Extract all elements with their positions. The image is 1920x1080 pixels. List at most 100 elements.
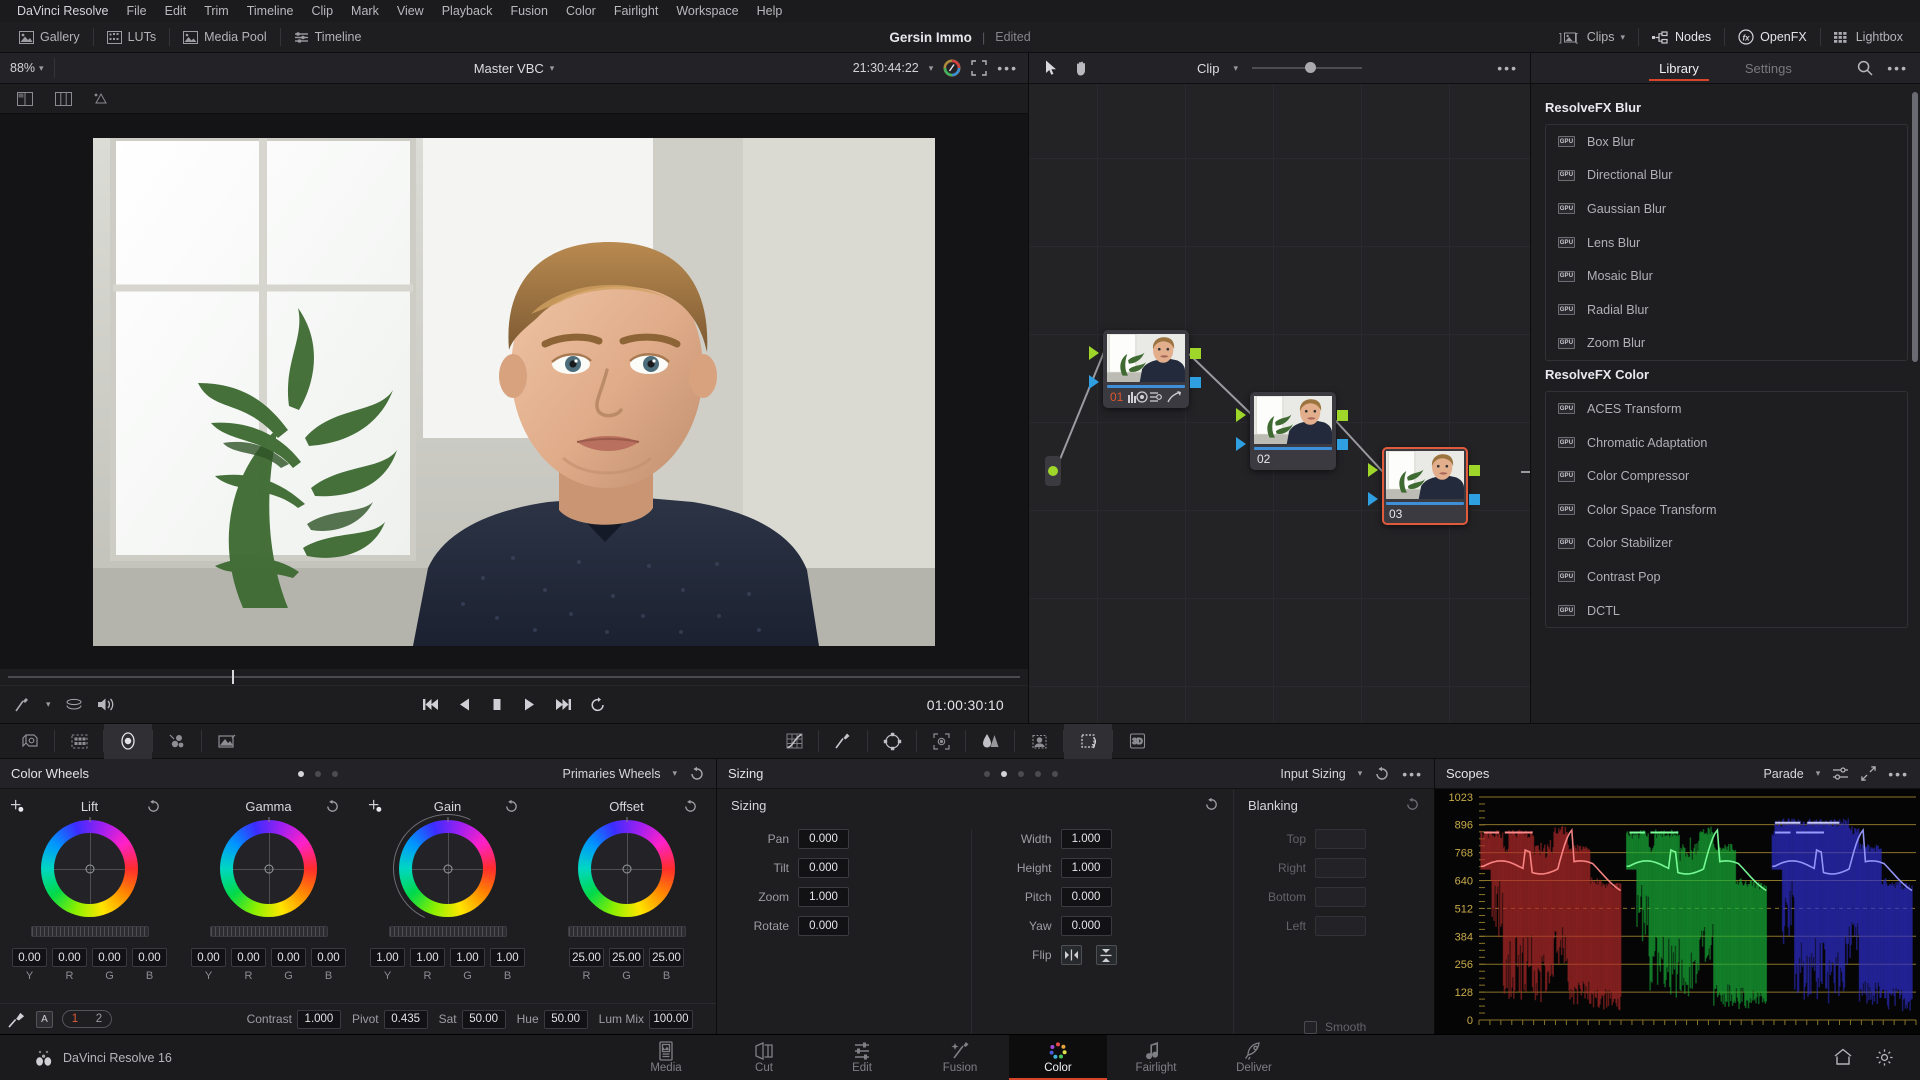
menu-item-playback[interactable]: Playback bbox=[433, 0, 502, 22]
audio-icon[interactable] bbox=[97, 697, 116, 712]
color-wheel-slider[interactable] bbox=[31, 926, 149, 937]
reset-icon[interactable] bbox=[1204, 797, 1219, 812]
color-wheel-slider[interactable] bbox=[389, 926, 507, 937]
key-icon[interactable] bbox=[202, 724, 250, 759]
page-tab-edit[interactable]: Edit bbox=[813, 1035, 911, 1080]
qualifier-icon[interactable] bbox=[55, 724, 103, 759]
keyframe-icon[interactable] bbox=[14, 697, 32, 713]
value-field[interactable]: 1.00 bbox=[370, 948, 405, 967]
node-rgb-input-port[interactable] bbox=[1236, 408, 1246, 422]
openfx-button[interactable]: fx OpenFX bbox=[1725, 22, 1820, 53]
chevron-down-icon[interactable]: ▾ bbox=[1233, 63, 1238, 74]
menu-item-help[interactable]: Help bbox=[748, 0, 792, 22]
menu-item-fairlight[interactable]: Fairlight bbox=[605, 0, 667, 22]
node-02[interactable]: 02 bbox=[1250, 392, 1336, 470]
eyedropper-icon[interactable] bbox=[368, 798, 385, 815]
menu-item-file[interactable]: File bbox=[117, 0, 155, 22]
color-warper-icon[interactable] bbox=[819, 724, 867, 759]
viewer-zoom-group[interactable]: 88% ▾ bbox=[0, 61, 44, 75]
page-tab-media[interactable]: Media bbox=[617, 1035, 715, 1080]
color-wheel-dial[interactable] bbox=[578, 820, 675, 917]
field-value[interactable]: 0.000 bbox=[798, 916, 849, 936]
curves-icon[interactable] bbox=[770, 724, 818, 759]
menu-item-clip[interactable]: Clip bbox=[303, 0, 343, 22]
node-key-output-port[interactable] bbox=[1190, 377, 1201, 388]
media-pool-button[interactable]: Media Pool bbox=[170, 22, 280, 53]
gallery-button[interactable]: Gallery bbox=[6, 22, 93, 53]
chevron-down-icon[interactable]: ▾ bbox=[46, 699, 51, 710]
eyedropper-icon[interactable] bbox=[8, 1011, 27, 1028]
page-dot[interactable] bbox=[332, 771, 338, 777]
cursor-tool-icon[interactable] bbox=[1045, 60, 1058, 76]
flip-vertical-button[interactable] bbox=[1096, 945, 1117, 965]
chevron-down-icon[interactable]: ▾ bbox=[1816, 768, 1821, 779]
page-tab-fairlight[interactable]: Fairlight bbox=[1107, 1035, 1205, 1080]
value-field[interactable]: 0.00 bbox=[271, 948, 306, 967]
field-value[interactable]: 0.000 bbox=[798, 829, 849, 849]
node-key-input-port[interactable] bbox=[1368, 492, 1378, 506]
reset-icon[interactable] bbox=[504, 799, 519, 814]
fx-item-radial-blur[interactable]: GPURadial Blur bbox=[1546, 293, 1907, 327]
scopes-waveform[interactable]: 10238967686405123842561280 bbox=[1435, 789, 1920, 1034]
smooth-checkbox-row[interactable]: Smooth bbox=[1248, 1020, 1434, 1034]
clips-button[interactable]: ][ Clips ▾ bbox=[1546, 22, 1638, 53]
node-03[interactable]: 03 bbox=[1382, 447, 1468, 525]
menu-item-workspace[interactable]: Workspace bbox=[667, 0, 747, 22]
reset-icon[interactable] bbox=[689, 766, 705, 782]
loop-button[interactable] bbox=[590, 697, 606, 713]
wheel-handle[interactable] bbox=[85, 864, 94, 873]
value-field[interactable]: 1.00 bbox=[490, 948, 525, 967]
value-field[interactable]: 0.00 bbox=[12, 948, 47, 967]
lightbox-button[interactable]: Lightbox bbox=[1821, 22, 1916, 53]
node-key-input-port[interactable] bbox=[1089, 375, 1099, 389]
reset-icon[interactable] bbox=[1374, 766, 1390, 782]
fullscreen-icon[interactable] bbox=[971, 60, 987, 76]
split-screen-icon[interactable] bbox=[8, 86, 42, 112]
value-field[interactable]: 25.00 bbox=[569, 948, 604, 967]
openfx-library-list[interactable]: ResolveFX BlurGPUBox BlurGPUDirectional … bbox=[1531, 84, 1920, 723]
page-tab-color[interactable]: Color bbox=[1009, 1035, 1107, 1080]
page-tab-cut[interactable]: Cut bbox=[715, 1035, 813, 1080]
node-graph-options-icon[interactable]: ••• bbox=[1497, 60, 1530, 76]
value-field[interactable]: 25.00 bbox=[609, 948, 644, 967]
value-field[interactable]: 0.00 bbox=[311, 948, 346, 967]
value-field[interactable]: 0.00 bbox=[191, 948, 226, 967]
slider-knob[interactable] bbox=[1305, 62, 1316, 73]
field-value[interactable] bbox=[1315, 887, 1366, 907]
sizing-palette-icon[interactable] bbox=[1064, 724, 1112, 759]
field-value[interactable]: 0.000 bbox=[1061, 887, 1112, 907]
node-rgb-output-port[interactable] bbox=[1190, 348, 1201, 359]
image-wipe-icon[interactable] bbox=[46, 86, 80, 112]
page-tab-fusion[interactable]: Fusion bbox=[911, 1035, 1009, 1080]
chevron-down-icon[interactable]: ▾ bbox=[929, 63, 934, 74]
fx-item-zoom-blur[interactable]: GPUZoom Blur bbox=[1546, 327, 1907, 361]
field-value[interactable]: 0.000 bbox=[1061, 916, 1112, 936]
page-dot[interactable] bbox=[298, 771, 304, 777]
reset-icon[interactable] bbox=[1405, 797, 1420, 812]
menu-item-trim[interactable]: Trim bbox=[195, 0, 238, 22]
color-picker-icon[interactable] bbox=[943, 59, 961, 77]
node-graph-canvas[interactable]: 01 02 bbox=[1029, 84, 1530, 723]
version-selector[interactable]: 12 bbox=[62, 1010, 112, 1028]
node-key-input-port[interactable] bbox=[1236, 437, 1246, 451]
camera-raw-icon[interactable] bbox=[6, 724, 54, 759]
scopes-settings-icon[interactable] bbox=[1832, 766, 1849, 781]
playhead[interactable] bbox=[232, 670, 234, 684]
wheel-handle[interactable] bbox=[264, 864, 273, 873]
menu-item-edit[interactable]: Edit bbox=[156, 0, 196, 22]
chevron-down-icon[interactable]: ▾ bbox=[672, 768, 677, 779]
control-value[interactable]: 0.435 bbox=[384, 1010, 428, 1029]
control-value[interactable]: 50.00 bbox=[544, 1010, 588, 1029]
field-value[interactable] bbox=[1315, 858, 1366, 878]
field-value[interactable]: 1.000 bbox=[1061, 858, 1112, 878]
fx-item-chromatic-adaptation[interactable]: GPUChromatic Adaptation bbox=[1546, 426, 1907, 460]
version-2[interactable]: 2 bbox=[87, 1011, 111, 1027]
flip-horizontal-button[interactable] bbox=[1061, 945, 1082, 965]
page-dot[interactable] bbox=[1001, 771, 1007, 777]
fx-item-color-space-transform[interactable]: GPUColor Space Transform bbox=[1546, 493, 1907, 527]
jump-to-end-button[interactable] bbox=[554, 697, 572, 712]
chevron-down-icon[interactable]: ▾ bbox=[1358, 768, 1363, 779]
color-wheel-slider[interactable] bbox=[568, 926, 686, 937]
play-button[interactable] bbox=[522, 697, 536, 712]
color-wheels-palette-icon[interactable] bbox=[104, 724, 152, 759]
